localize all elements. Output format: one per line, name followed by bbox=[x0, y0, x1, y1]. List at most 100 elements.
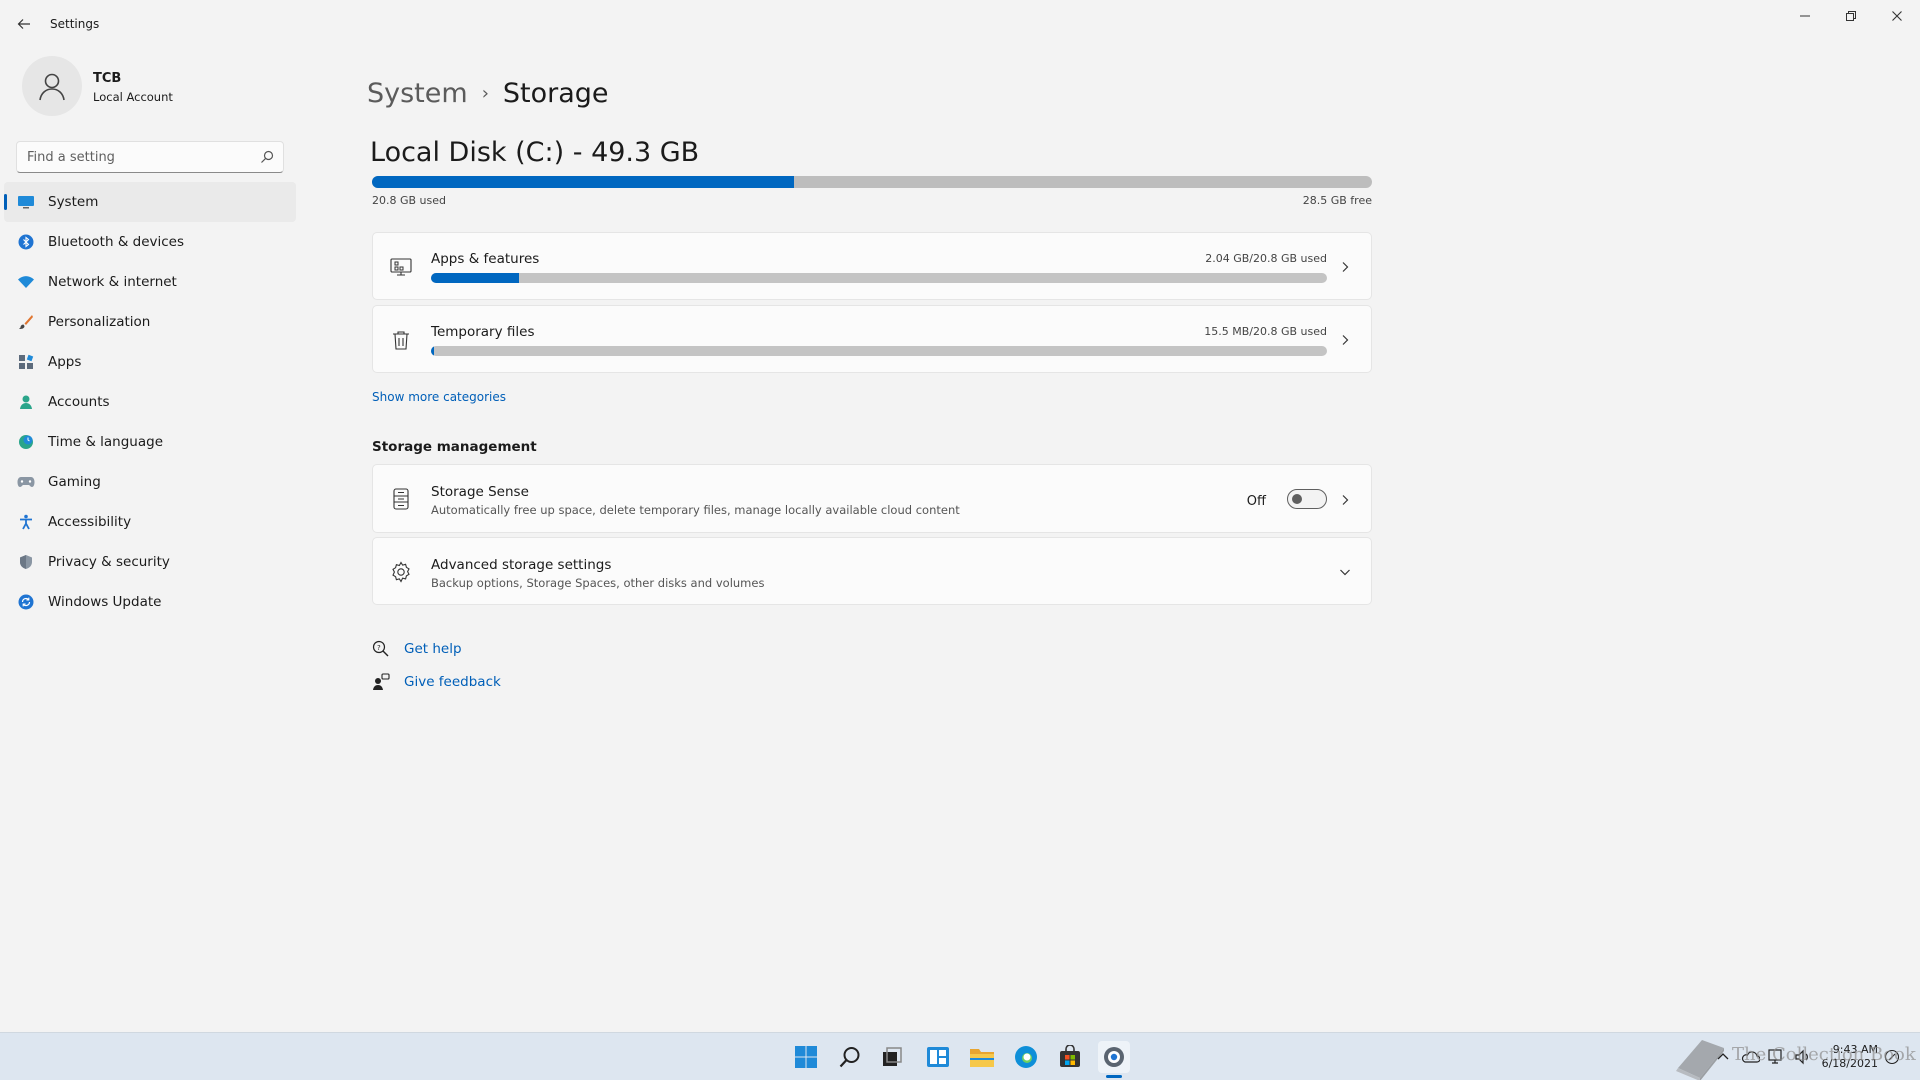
chevron-right-icon bbox=[1342, 262, 1349, 272]
task-view-icon[interactable] bbox=[876, 1041, 908, 1073]
sidebar-item-label: Windows Update bbox=[48, 594, 162, 610]
sidebar-item-apps[interactable]: Apps bbox=[4, 342, 296, 382]
storage-sense-icon bbox=[389, 487, 413, 511]
search-icon[interactable] bbox=[259, 149, 275, 165]
disk-free-label: 28.5 GB free bbox=[1302, 194, 1372, 207]
taskbar-search-icon[interactable] bbox=[834, 1041, 866, 1073]
category-usage: 15.5 MB/20.8 GB used bbox=[1204, 325, 1327, 338]
gamepad-icon bbox=[16, 472, 36, 492]
disk-usage-fill bbox=[372, 176, 794, 188]
category-usage-fill bbox=[431, 273, 519, 283]
category-usage-bar bbox=[431, 346, 1327, 356]
start-icon[interactable] bbox=[790, 1041, 822, 1073]
sidebar-item-windows-update[interactable]: Windows Update bbox=[4, 582, 296, 622]
sidebar-item-accounts[interactable]: Accounts bbox=[4, 382, 296, 422]
feedback-icon bbox=[372, 673, 390, 691]
page-title: Storage bbox=[502, 78, 609, 109]
bluetooth-icon bbox=[16, 232, 36, 252]
category-card-apps-features[interactable]: Apps & features 2.04 GB/20.8 GB used bbox=[372, 232, 1372, 300]
sidebar-item-gaming[interactable]: Gaming bbox=[4, 462, 296, 502]
get-help-row[interactable]: ? Get help bbox=[372, 640, 462, 658]
file-explorer-icon[interactable] bbox=[966, 1041, 998, 1073]
user-profile[interactable]: TCB Local Account bbox=[22, 56, 292, 118]
shield-icon bbox=[16, 552, 36, 572]
sidebar-nav: System Bluetooth & devices Network & int… bbox=[4, 182, 296, 622]
chevron-right-icon bbox=[1342, 495, 1349, 505]
sidebar-item-accessibility[interactable]: Accessibility bbox=[4, 502, 296, 542]
sidebar-item-bluetooth[interactable]: Bluetooth & devices bbox=[4, 222, 296, 262]
brush-icon bbox=[16, 312, 36, 332]
show-more-categories-link[interactable]: Show more categories bbox=[372, 390, 506, 404]
category-usage-bar bbox=[431, 273, 1327, 283]
sidebar-item-network[interactable]: Network & internet bbox=[4, 262, 296, 302]
close-icon bbox=[1892, 11, 1902, 21]
advanced-storage-description: Backup options, Storage Spaces, other di… bbox=[431, 576, 765, 590]
sidebar-item-label: Gaming bbox=[48, 474, 101, 490]
storage-sense-description: Automatically free up space, delete temp… bbox=[431, 503, 960, 517]
sidebar-item-privacy-security[interactable]: Privacy & security bbox=[4, 542, 296, 582]
advanced-storage-settings-card[interactable]: Advanced storage settings Backup options… bbox=[372, 537, 1372, 605]
profile-account-type: Local Account bbox=[93, 90, 173, 104]
breadcrumb-separator: › bbox=[481, 83, 489, 104]
svg-text:?: ? bbox=[377, 644, 381, 652]
close-button[interactable] bbox=[1874, 0, 1920, 32]
disk-title: Local Disk (C:) - 49.3 GB bbox=[370, 137, 700, 168]
sidebar-item-label: System bbox=[48, 194, 99, 210]
sidebar-item-label: Time & language bbox=[48, 434, 164, 450]
storage-sense-title: Storage Sense bbox=[431, 484, 529, 500]
restore-icon bbox=[1846, 11, 1856, 21]
settings-search-box bbox=[16, 141, 284, 173]
category-card-temporary-files[interactable]: Temporary files 15.5 MB/20.8 GB used bbox=[372, 305, 1372, 373]
system-icon bbox=[16, 192, 36, 212]
sidebar-item-label: Accounts bbox=[48, 394, 110, 410]
update-icon bbox=[16, 592, 36, 612]
sidebar-item-label: Apps bbox=[48, 354, 82, 370]
sidebar-item-label: Personalization bbox=[48, 314, 151, 330]
back-arrow-icon bbox=[17, 19, 30, 29]
wifi-icon bbox=[16, 272, 36, 292]
active-app-indicator bbox=[1106, 1075, 1122, 1078]
sidebar-item-system[interactable]: System bbox=[4, 182, 296, 222]
give-feedback-link[interactable]: Give feedback bbox=[404, 674, 501, 690]
settings-icon[interactable] bbox=[1098, 1041, 1130, 1073]
back-button[interactable] bbox=[10, 10, 38, 38]
category-usage: 2.04 GB/20.8 GB used bbox=[1205, 252, 1327, 265]
category-usage-fill bbox=[431, 346, 434, 356]
category-title: Apps & features bbox=[431, 251, 540, 267]
sidebar-item-label: Network & internet bbox=[48, 274, 177, 290]
sidebar-item-time-language[interactable]: Time & language bbox=[4, 422, 296, 462]
chevron-down-icon[interactable] bbox=[1339, 566, 1351, 578]
storage-sense-card[interactable]: Storage Sense Automatically free up spac… bbox=[372, 464, 1372, 533]
storage-sense-toggle[interactable] bbox=[1287, 489, 1327, 509]
toggle-knob bbox=[1292, 494, 1302, 504]
disk-used-label: 20.8 GB used bbox=[372, 194, 447, 207]
category-title: Temporary files bbox=[431, 324, 535, 340]
accessibility-icon bbox=[16, 512, 36, 532]
minimize-button[interactable] bbox=[1782, 0, 1828, 32]
breadcrumb-parent[interactable]: System bbox=[367, 78, 468, 109]
store-icon[interactable] bbox=[1054, 1041, 1086, 1073]
profile-name: TCB bbox=[93, 71, 122, 86]
restore-button[interactable] bbox=[1828, 0, 1874, 32]
title-bar: Settings bbox=[0, 0, 1920, 48]
sidebar-item-label: Bluetooth & devices bbox=[48, 234, 185, 250]
disk-usage-bar bbox=[372, 176, 1372, 188]
edge-icon[interactable] bbox=[1010, 1041, 1042, 1073]
app-title: Settings bbox=[50, 17, 100, 31]
apps-icon bbox=[16, 352, 36, 372]
widgets-icon[interactable] bbox=[922, 1041, 954, 1073]
sidebar-item-personalization[interactable]: Personalization bbox=[4, 302, 296, 342]
watermark-text: The Collection Book bbox=[1732, 1044, 1916, 1065]
give-feedback-row[interactable]: Give feedback bbox=[372, 673, 501, 691]
storage-management-heading: Storage management bbox=[372, 439, 537, 455]
taskbar: 9:43 AM 6/18/2021 bbox=[0, 1032, 1920, 1080]
get-help-link[interactable]: Get help bbox=[404, 641, 462, 657]
search-input[interactable] bbox=[27, 147, 247, 167]
chevron-right-icon bbox=[1342, 335, 1349, 345]
person-icon bbox=[16, 392, 36, 412]
help-chat-icon: ? bbox=[372, 640, 390, 658]
breadcrumb: System › Storage bbox=[367, 78, 609, 109]
person-avatar-icon bbox=[39, 73, 65, 101]
sidebar-item-label: Privacy & security bbox=[48, 554, 170, 570]
trash-icon bbox=[389, 328, 413, 352]
